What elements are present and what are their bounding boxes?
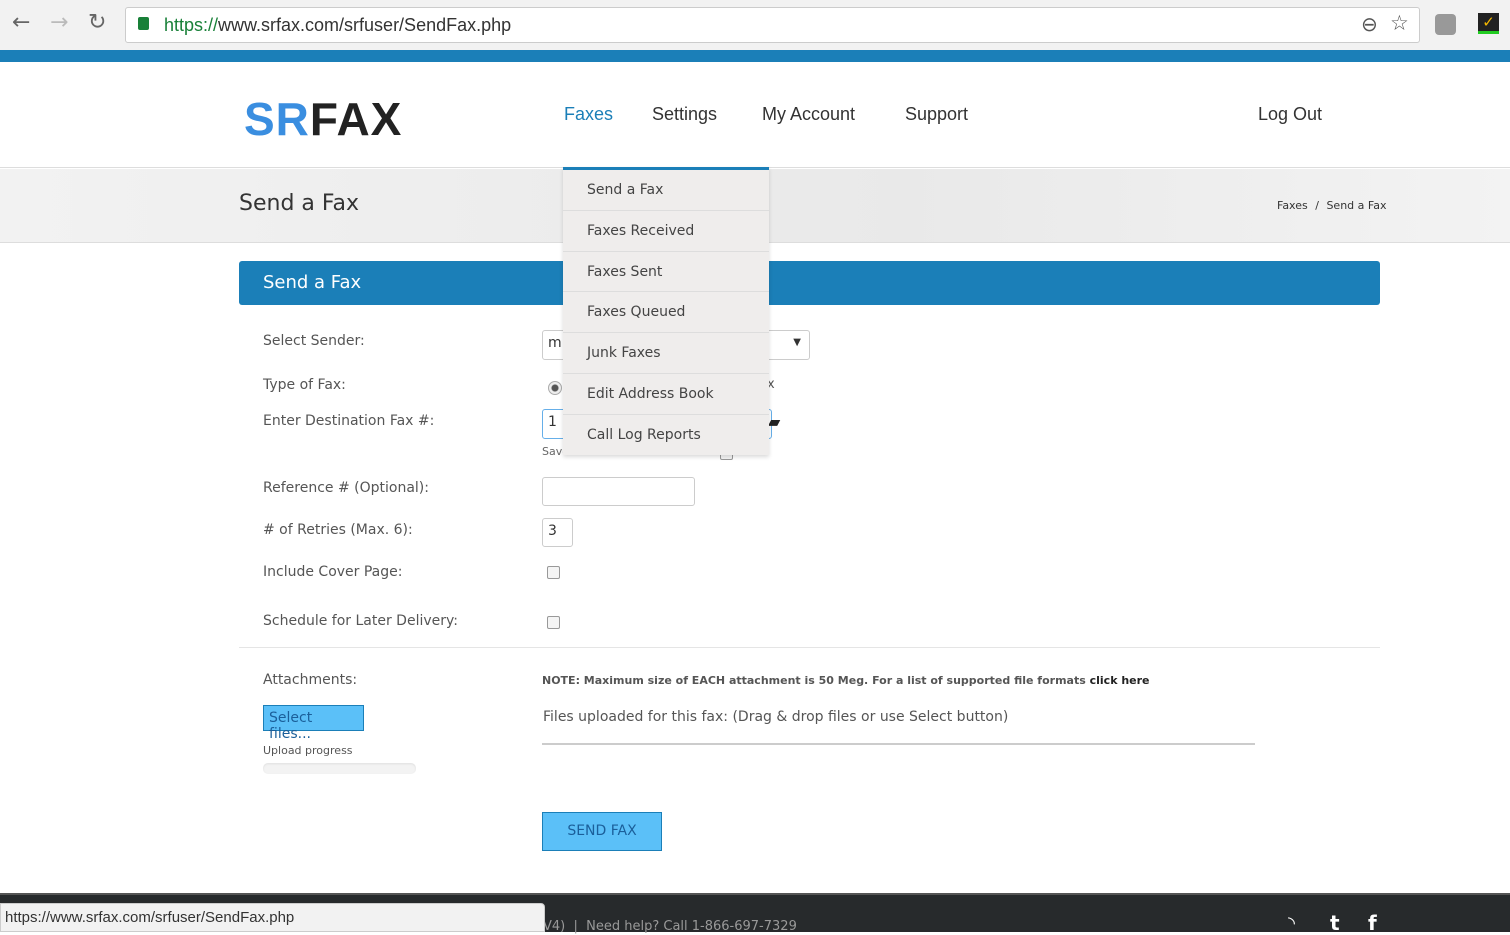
sender-value: m xyxy=(548,335,562,351)
browser-toolbar: ← → ↻ https://www.srfax.com/srfuser/Send… xyxy=(0,0,1510,50)
norton-icon[interactable]: ✓ xyxy=(1478,13,1499,34)
sender-label: Select Sender: xyxy=(263,333,365,349)
divider xyxy=(239,647,1380,648)
breadcrumb-faxes[interactable]: Faxes xyxy=(1277,199,1308,212)
menu-faxes-sent[interactable]: Faxes Sent xyxy=(563,252,769,293)
files-dropzone-line xyxy=(542,743,1255,745)
note-text: NOTE: Maximum size of EACH attachment is… xyxy=(542,674,1086,687)
address-book-icon[interactable]: ▰ xyxy=(768,412,780,431)
faxes-dropdown-menu: Send a Fax Faxes Received Faxes Sent Fax… xyxy=(563,167,769,455)
logo[interactable]: SRFAX xyxy=(244,92,402,146)
upload-progress-label: Upload progress xyxy=(263,744,353,757)
star-icon[interactable]: ☆ xyxy=(1390,11,1409,35)
retries-label: # of Retries (Max. 6): xyxy=(263,522,413,538)
retries-input[interactable]: 3 xyxy=(542,518,573,547)
facebook-icon[interactable]: f xyxy=(1368,911,1377,935)
supported-formats-link[interactable]: click here xyxy=(1090,674,1150,687)
zoom-icon[interactable]: ⊖ xyxy=(1361,12,1378,36)
reference-input[interactable] xyxy=(542,477,695,506)
address-bar[interactable]: https://www.srfax.com/srfuser/SendFax.ph… xyxy=(125,7,1420,43)
upload-progress-bar xyxy=(263,763,416,774)
destination-label: Enter Destination Fax #: xyxy=(263,413,435,429)
chevron-down-icon: ▼ xyxy=(793,337,801,348)
cover-page-checkbox[interactable] xyxy=(547,566,560,579)
top-accent-bar xyxy=(0,50,1510,62)
forward-icon[interactable]: → xyxy=(50,10,68,35)
nav-settings[interactable]: Settings xyxy=(652,104,717,125)
menu-faxes-queued[interactable]: Faxes Queued xyxy=(563,292,769,334)
nav-logout[interactable]: Log Out xyxy=(1258,104,1322,125)
reload-icon[interactable]: ↻ xyxy=(88,10,106,35)
panel-header: Send a Fax xyxy=(239,261,1380,305)
breadcrumb-current: Send a Fax xyxy=(1326,199,1387,212)
menu-faxes-received[interactable]: Faxes Received xyxy=(563,211,769,252)
nav-support[interactable]: Support xyxy=(905,104,968,125)
attachment-note: NOTE: Maximum size of EACH attachment is… xyxy=(542,674,1150,687)
reference-label: Reference # (Optional): xyxy=(263,480,429,496)
breadcrumb: Faxes / Send a Fax xyxy=(1277,199,1386,212)
rss-icon[interactable]: ◝ xyxy=(1288,913,1295,934)
schedule-checkbox[interactable] xyxy=(547,616,560,629)
files-dropzone-text[interactable]: Files uploaded for this fax: (Drag & dro… xyxy=(543,709,1008,725)
panel-title: Send a Fax xyxy=(263,272,362,293)
menu-call-log-reports[interactable]: Call Log Reports xyxy=(563,415,769,456)
fax-type-radio[interactable] xyxy=(548,381,562,395)
menu-edit-address-book[interactable]: Edit Address Book xyxy=(563,374,769,415)
nav-faxes[interactable]: Faxes xyxy=(564,104,613,125)
back-icon[interactable]: ← xyxy=(12,10,30,35)
url-text: www.srfax.com/srfuser/SendFax.php xyxy=(218,15,512,35)
url-scheme: https:// xyxy=(164,15,219,35)
menu-send-a-fax[interactable]: Send a Fax xyxy=(563,170,769,211)
send-fax-button[interactable]: SEND FAX xyxy=(542,812,662,851)
nav-my-account[interactable]: My Account xyxy=(762,104,855,125)
attachments-label: Attachments: xyxy=(263,672,358,688)
select-files-button[interactable]: Select files... xyxy=(263,705,364,742)
cover-page-label: Include Cover Page: xyxy=(263,564,403,580)
status-bar-url: https://www.srfax.com/srfuser/SendFax.ph… xyxy=(0,903,545,932)
lock-icon xyxy=(138,17,149,30)
twitter-icon[interactable]: t xyxy=(1330,911,1340,935)
breadcrumb-separator: / xyxy=(1315,199,1319,212)
schedule-label: Schedule for Later Delivery: xyxy=(263,613,458,629)
page-title: Send a Fax xyxy=(239,191,360,216)
menu-junk-faxes[interactable]: Junk Faxes xyxy=(563,333,769,374)
type-label: Type of Fax: xyxy=(263,377,346,393)
extension-icon[interactable] xyxy=(1435,14,1456,35)
